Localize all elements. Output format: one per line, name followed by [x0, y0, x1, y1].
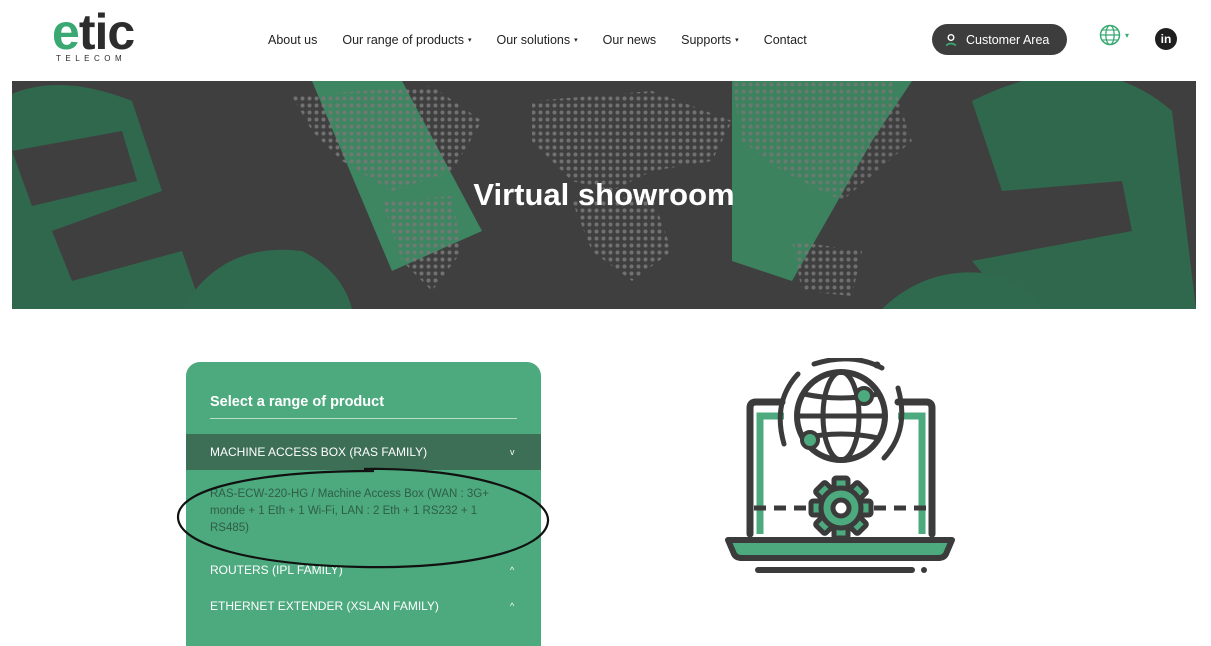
panel-divider [210, 418, 517, 419]
nav-label: Our solutions [496, 33, 571, 47]
etic-telecom-logo[interactable]: etic TELECOM [52, 7, 142, 65]
chevron-up-icon: ^ [510, 601, 515, 611]
range-machine-access-box[interactable]: MACHINE ACCESS BOX (RAS FAMILY) v [186, 434, 541, 470]
range-ethernet-extender[interactable]: ETHERNET EXTENDER (XSLAN FAMILY) ^ [186, 588, 541, 624]
nav-contact[interactable]: Contact [764, 33, 807, 47]
nav-label: Our range of products [342, 33, 464, 47]
nav-label: About us [268, 33, 318, 47]
product-range-panel: Select a range of product MACHINE ACCESS… [186, 362, 541, 646]
nav-our-solutions[interactable]: Our solutions ▾ [496, 33, 577, 47]
chevron-down-icon: v [510, 447, 515, 457]
linkedin-icon[interactable]: in [1155, 28, 1177, 50]
nav-label: Our news [602, 33, 657, 47]
range-label: ROUTERS (IPL FAMILY) [210, 563, 343, 577]
panel-title: Select a range of product [210, 394, 385, 410]
nav-our-news[interactable]: Our news [603, 33, 657, 47]
nav-label: Contact [763, 33, 807, 47]
laptop-globe-gear-icon [725, 358, 955, 573]
chevron-up-icon: ^ [510, 565, 515, 575]
site-header: etic TELECOM About us Our range of produ… [0, 0, 1211, 81]
nav-about-us[interactable]: About us [268, 33, 317, 47]
nav-range-of-products[interactable]: Our range of products ▾ [342, 33, 471, 47]
customer-area-label: Customer Area [966, 32, 1050, 47]
logo-subtitle: TELECOM [56, 54, 127, 63]
range-label: MACHINE ACCESS BOX (RAS FAMILY) [210, 445, 428, 459]
page-title: Virtual showroom [473, 177, 735, 212]
hero-banner: Virtual showroom [12, 81, 1196, 309]
range-label: ETHERNET EXTENDER (XSLAN FAMILY) [210, 599, 439, 613]
chevron-down-icon[interactable]: ▾ [1125, 31, 1129, 40]
linkedin-glyph: in [1160, 32, 1172, 46]
customer-area-button[interactable]: Customer Area [932, 24, 1067, 55]
product-link-ras-ecw-220-hg[interactable]: RAS-ECW-220-HG / Machine Access Box (WAN… [210, 486, 500, 537]
main-nav: About us Our range of products ▾ Our solu… [268, 33, 832, 47]
nav-supports[interactable]: Supports ▾ [681, 33, 739, 47]
chevron-down-icon: ▾ [574, 37, 578, 44]
range-routers[interactable]: ROUTERS (IPL FAMILY) ^ [186, 552, 541, 588]
logo-tic: tic [78, 4, 135, 60]
nav-label: Supports [681, 33, 732, 47]
globe-icon[interactable] [1099, 24, 1121, 46]
user-icon [945, 33, 957, 46]
chevron-down-icon: ▾ [735, 37, 739, 44]
logo-e: e [52, 4, 80, 60]
logo-wordmark: etic [52, 4, 135, 60]
chevron-down-icon: ▾ [467, 37, 472, 44]
